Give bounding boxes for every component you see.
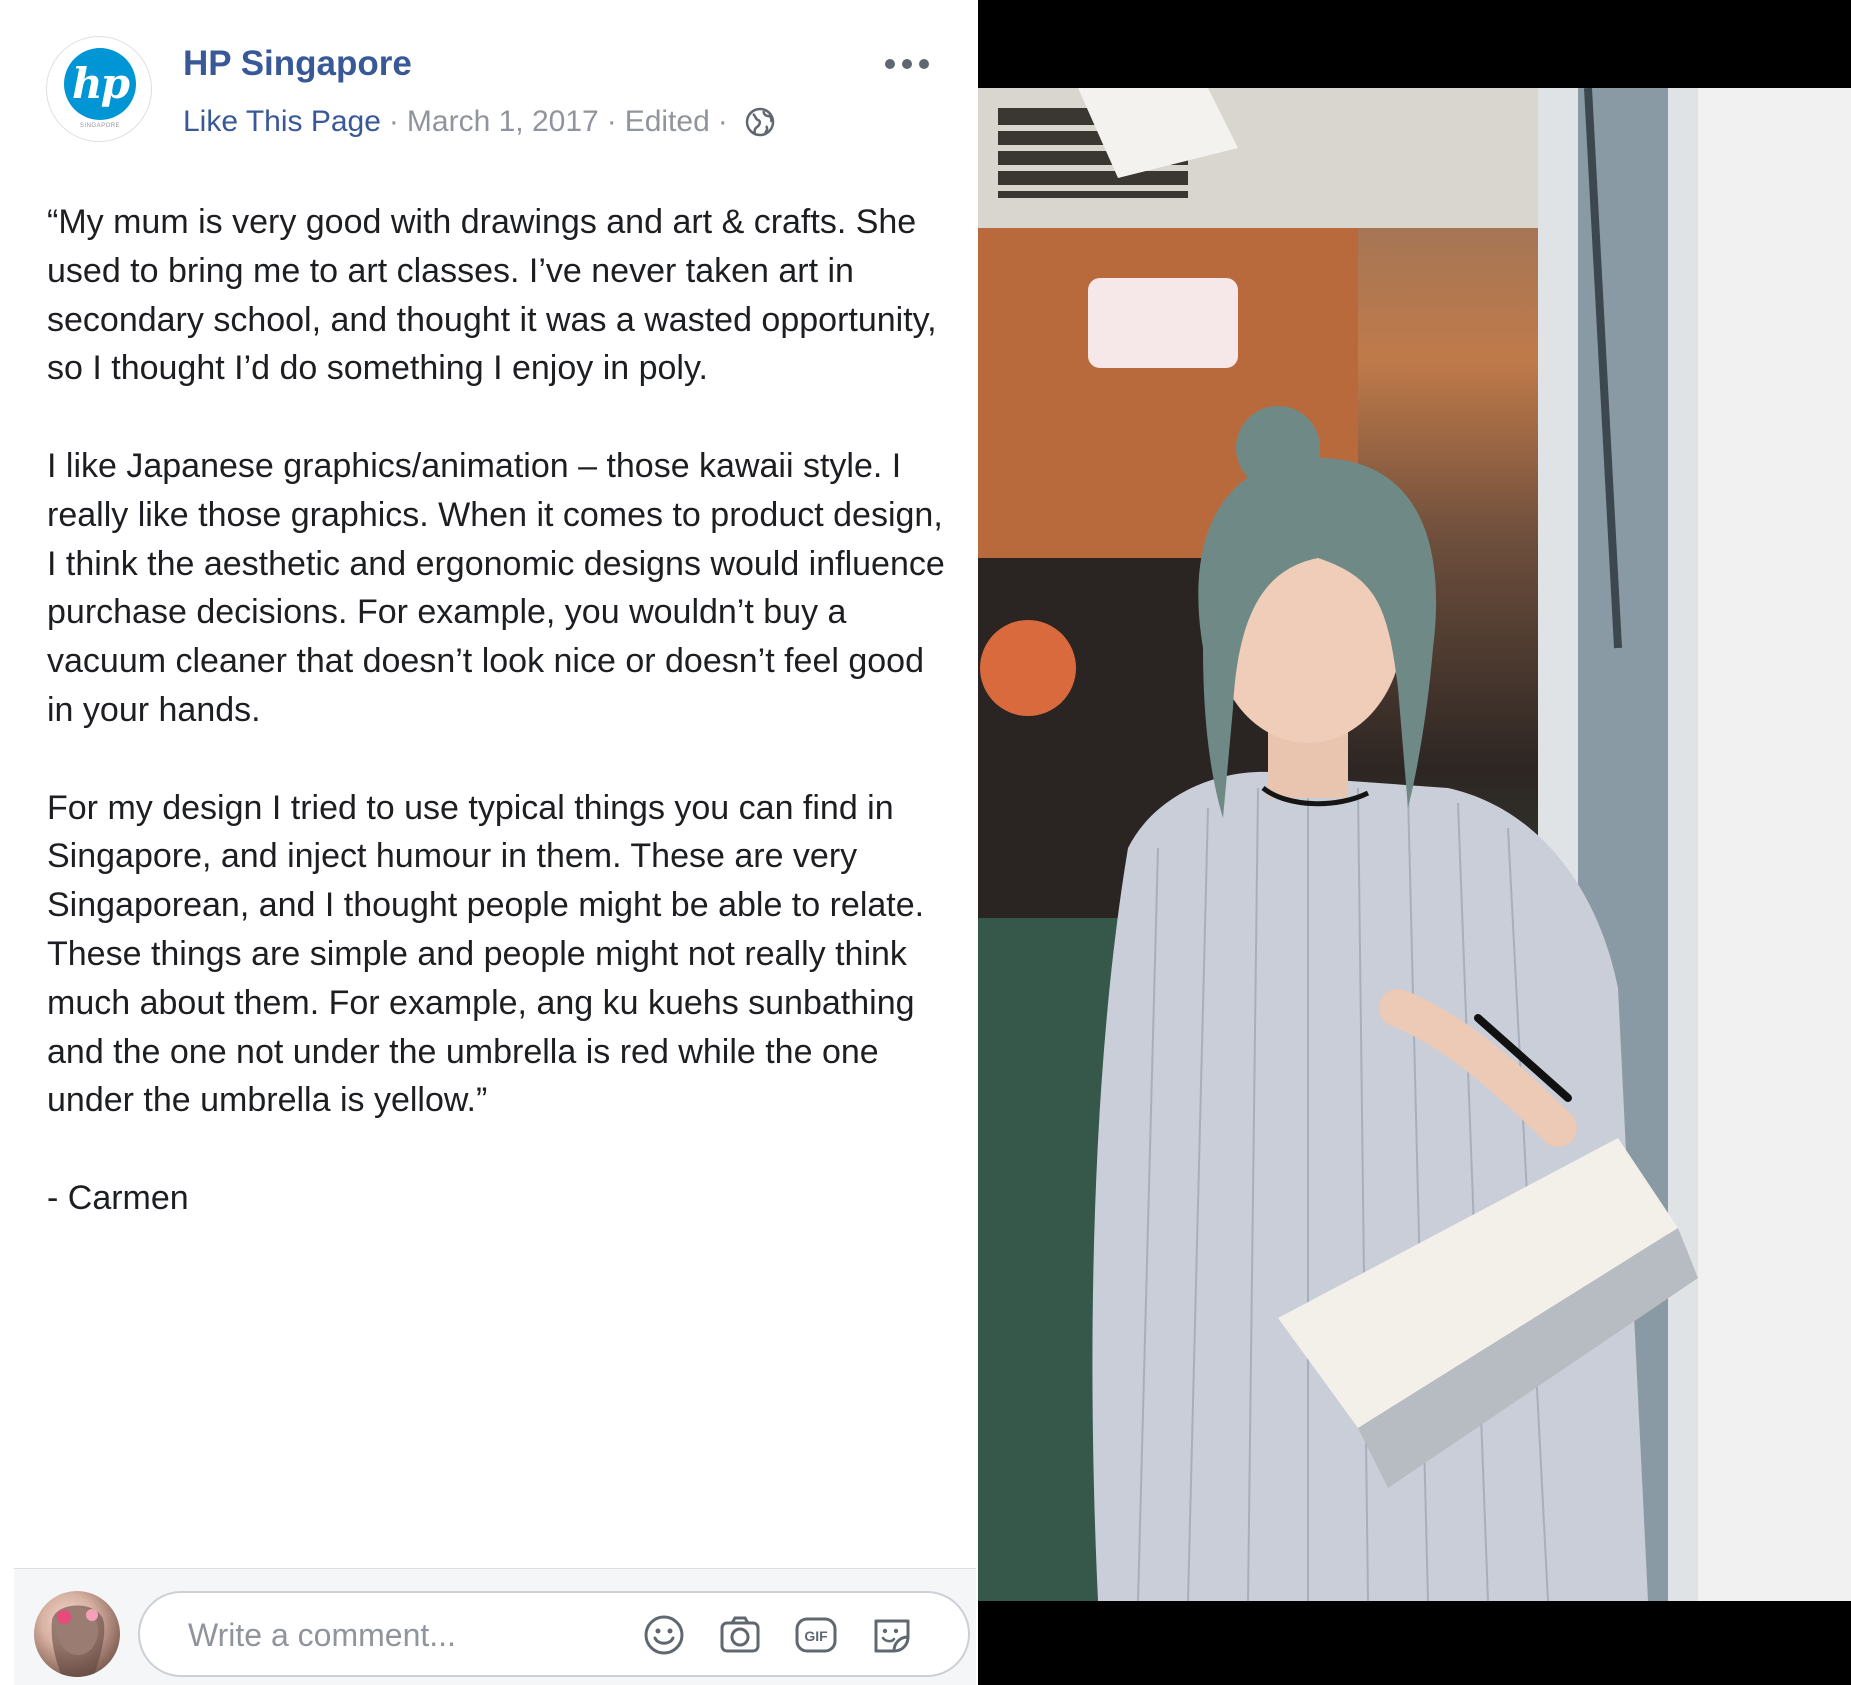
user-avatar[interactable] <box>34 1591 120 1677</box>
meta-separator: · <box>606 105 617 138</box>
post-paragraph: For my design I tried to use typical thi… <box>47 788 925 1120</box>
sticker-icon[interactable] <box>870 1613 914 1657</box>
comment-bar: Write a comment... GIF <box>14 1568 976 1685</box>
photo-illustration <box>978 88 1851 1601</box>
gif-icon[interactable]: GIF <box>794 1613 838 1657</box>
page-avatar[interactable]: hp SINGAPORE <box>46 36 152 142</box>
post-paragraph: “My mum is very good with drawings and a… <box>47 203 937 388</box>
emoji-icon[interactable] <box>642 1613 686 1657</box>
post-date[interactable]: March 1, 2017 <box>407 105 599 139</box>
hp-logo-subtext: SINGAPORE <box>79 123 121 129</box>
post-photo[interactable] <box>978 88 1851 1601</box>
more-dot <box>902 59 912 69</box>
page-name-link[interactable]: HP Singapore <box>183 44 412 84</box>
post-paragraph: I like Japanese graphics/animation – tho… <box>47 446 945 729</box>
meta-separator: · <box>717 105 728 138</box>
camera-icon[interactable] <box>718 1613 762 1657</box>
globe-icon[interactable] <box>744 106 776 138</box>
post-signature: - Carmen <box>47 1178 189 1217</box>
meta-separator: · <box>388 105 399 138</box>
photo-viewer <box>978 0 1851 1685</box>
more-dot <box>919 59 929 69</box>
hp-logo-text: hp <box>72 59 130 108</box>
edited-label[interactable]: Edited <box>625 105 710 139</box>
gif-label: GIF <box>804 1628 828 1644</box>
post-meta: Like This Page · March 1, 2017 · Edited … <box>183 104 776 140</box>
comment-input[interactable]: Write a comment... GIF <box>138 1591 970 1677</box>
hp-logo: hp <box>64 48 136 120</box>
post-panel: hp SINGAPORE HP Singapore Like This Page… <box>0 0 978 1685</box>
post-text: “My mum is very good with drawings and a… <box>47 198 947 1272</box>
like-page-link[interactable]: Like This Page <box>183 105 381 139</box>
comment-placeholder: Write a comment... <box>188 1617 456 1653</box>
more-dot <box>885 59 895 69</box>
more-options-icon[interactable] <box>885 54 933 74</box>
